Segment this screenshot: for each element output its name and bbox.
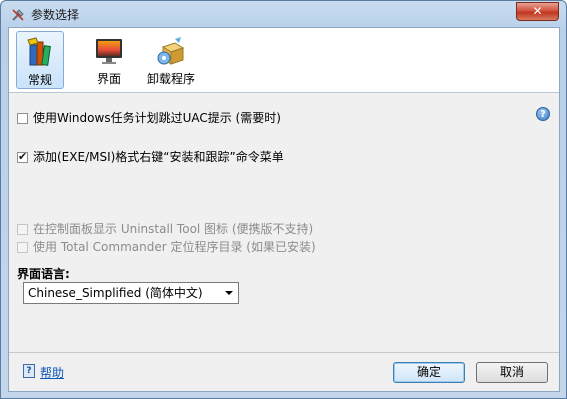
chevron-down-icon bbox=[225, 291, 233, 295]
title-bar[interactable]: 参数选择 ✕ bbox=[1, 1, 566, 27]
monitor-icon bbox=[96, 39, 122, 64]
tools-icon bbox=[12, 9, 24, 21]
help-link[interactable]: 帮助 bbox=[40, 364, 64, 381]
context-menu-checkbox[interactable] bbox=[17, 149, 28, 165]
skip-uac-label: 使用Windows任务计划跳过UAC提示 (需要时) bbox=[33, 111, 281, 125]
window-title: 参数选择 bbox=[31, 8, 80, 22]
ok-button[interactable]: 确定 bbox=[393, 362, 465, 383]
control-panel-checkbox bbox=[17, 224, 28, 235]
cancel-button[interactable]: 取消 bbox=[476, 362, 548, 383]
option-control-panel: 在控制面板显示 Uninstall Tool 图标 (便携版不支持) bbox=[17, 221, 313, 237]
tab-uninstall-label: 卸载程序 bbox=[146, 72, 195, 86]
option-skip-uac[interactable]: 使用Windows任务计划跳过UAC提示 (需要时) bbox=[17, 110, 281, 126]
help-book-icon[interactable]: ? bbox=[23, 364, 35, 378]
tab-interface[interactable]: 界面 bbox=[80, 31, 138, 89]
books-icon bbox=[27, 37, 51, 66]
preferences-window: 参数选择 ✕ 常规 界面 卸载程序 ? 使用Windows任务计划跳过UAC提示… bbox=[0, 0, 567, 399]
close-button[interactable]: ✕ bbox=[516, 2, 559, 21]
language-selected-value: Chinese_Simplified (简体中文) bbox=[28, 286, 203, 300]
language-select[interactable]: Chinese_Simplified (简体中文) bbox=[23, 282, 239, 304]
language-label: 界面语言: bbox=[17, 267, 70, 281]
tab-general-label: 常规 bbox=[27, 73, 52, 87]
total-commander-label: 使用 Total Commander 定位程序目录 (如果已安装) bbox=[33, 240, 316, 254]
control-panel-label: 在控制面板显示 Uninstall Tool 图标 (便携版不支持) bbox=[33, 222, 314, 236]
tab-general[interactable]: 常规 bbox=[16, 31, 64, 89]
tab-uninstall[interactable]: 卸载程序 bbox=[140, 31, 202, 89]
uninstall-box-icon bbox=[157, 37, 185, 65]
skip-uac-checkbox[interactable] bbox=[17, 113, 28, 124]
footer-divider bbox=[9, 352, 559, 353]
context-menu-label: 添加(EXE/MSI)格式右键“安装和跟踪”命令菜单 bbox=[33, 150, 284, 164]
option-context-menu[interactable]: 添加(EXE/MSI)格式右键“安装和跟踪”命令菜单 bbox=[17, 149, 284, 165]
category-toolbar: 常规 界面 卸载程序 bbox=[9, 28, 559, 93]
help-question-icon[interactable]: ? bbox=[536, 107, 550, 121]
option-total-commander: 使用 Total Commander 定位程序目录 (如果已安装) bbox=[17, 239, 316, 255]
tab-interface-label: 界面 bbox=[96, 72, 121, 86]
total-commander-checkbox bbox=[17, 242, 28, 253]
dialog-client-area: 常规 界面 卸载程序 ? 使用Windows任务计划跳过UAC提示 (需要时) … bbox=[8, 27, 560, 392]
